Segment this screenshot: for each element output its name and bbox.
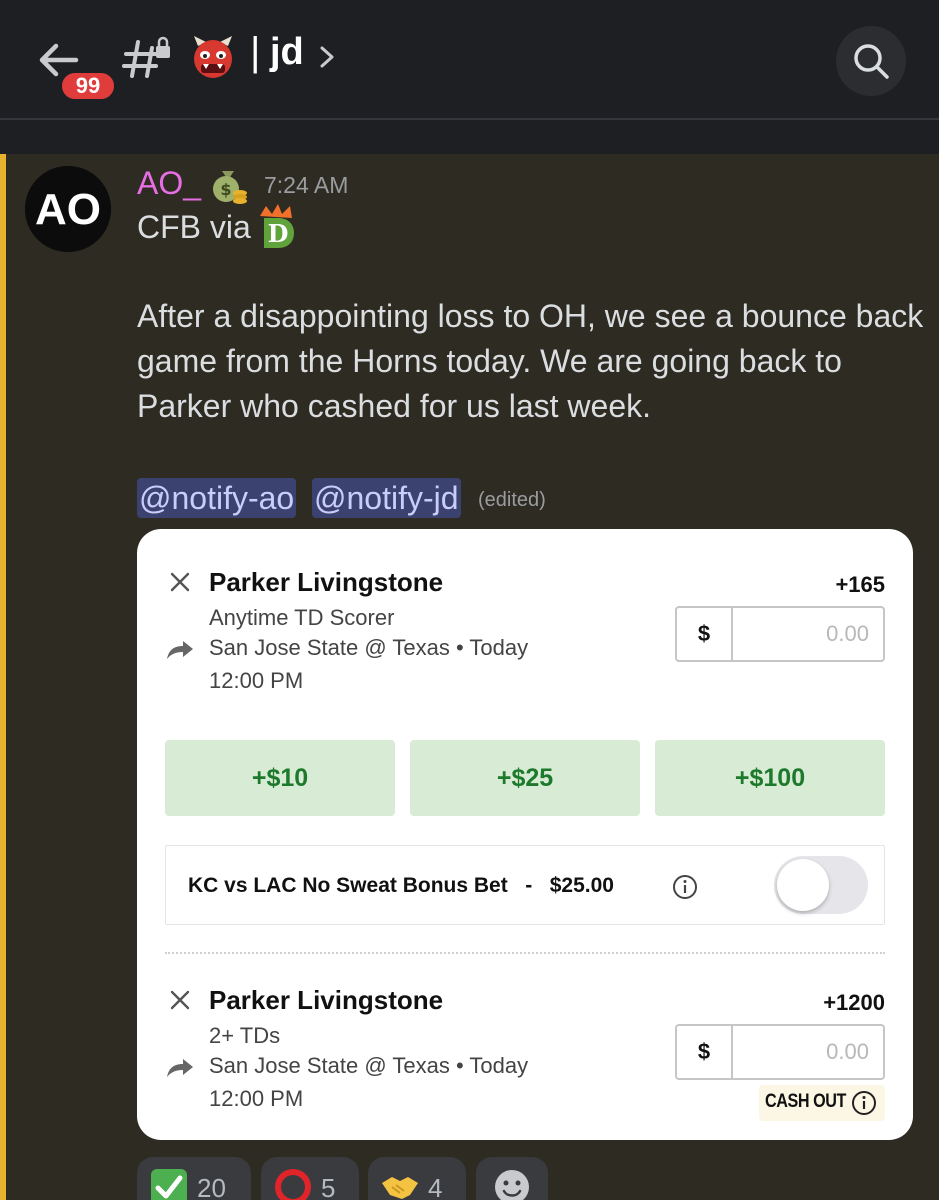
svg-text:D: D [268,219,289,248]
quick-add-10-button[interactable]: +$10 [165,740,395,816]
unread-badge: 99 [58,69,118,103]
reaction-count: 20 [197,1173,226,1200]
highlight-accent-bar [0,154,6,1200]
leg-odds: +1200 [823,990,885,1015]
money-bag-emoji-icon: $ [213,171,247,204]
leg-market: Anytime TD Scorer [209,605,395,630]
add-reaction-icon [495,1170,529,1200]
wager-input[interactable]: $ 0.00 [675,606,885,662]
currency-symbol: $ [677,1026,733,1078]
leg-player-name: Parker Livingstone [209,567,444,597]
mention-notify-ao[interactable]: @notify-ao [137,478,297,518]
reaction-handshake[interactable]: 4 [368,1157,466,1200]
handshake-emoji [382,1177,418,1199]
share-arrow-icon[interactable] [165,639,195,661]
info-icon[interactable] [672,874,698,900]
leg-time: 12:00 PM [209,668,304,693]
svg-text:AO: AO [35,185,101,234]
avatar[interactable]: AO [25,166,111,252]
wager-amount: 0.00 [826,1039,869,1064]
avatar-logo: AO [25,166,111,252]
promo-text: KC vs LAC No Sweat Bonus Bet - $25.00 [188,874,614,897]
leg-market: 2+ TDs [209,1023,281,1048]
svg-text:$: $ [220,180,231,199]
quick-add-100-button[interactable]: +$100 [655,740,885,816]
cash-out-button[interactable]: CASH OUT [759,1085,885,1121]
quick-add-25-button[interactable]: +$25 [410,740,640,816]
title-separator: | [250,30,261,74]
leg-player-name: Parker Livingstone [209,985,444,1015]
red-circle-emoji [275,1169,311,1200]
username[interactable]: AO_ [137,165,201,202]
edited-label: (edited) [478,489,546,511]
locked-channel-icon[interactable] [122,34,174,82]
top-bar-spacer [0,120,939,154]
leg-game: San Jose State @ Texas • Today [209,635,529,660]
info-icon[interactable] [851,1090,877,1116]
toggle-knob [777,859,829,911]
reaction-count: 5 [321,1173,336,1200]
chevron-right-icon[interactable] [318,42,336,72]
message-body: After a disappointing loss to OH, we see… [137,298,924,424]
currency-symbol: $ [677,608,733,660]
wager-input[interactable]: $ 0.00 [675,1024,885,1080]
leg-game: San Jose State @ Texas • Today [209,1053,529,1078]
message-line-1: CFB via [137,209,251,245]
search-icon [854,44,889,79]
add-reaction-button[interactable] [476,1157,548,1200]
promo-toggle[interactable] [774,856,868,914]
reaction-check-mark[interactable]: 20 [137,1157,251,1200]
remove-leg-icon[interactable] [169,989,191,1011]
ogre-emoji-icon [194,36,232,78]
wager-amount: 0.00 [826,621,869,646]
share-arrow-icon[interactable] [165,1057,195,1079]
leg-divider [165,952,885,954]
leg-time: 12:00 PM [209,1086,304,1111]
leg-odds: +165 [835,572,885,597]
message-timestamp: 7:24 AM [264,172,349,198]
bet-slip-card: Parker Livingstone +165 Anytime TD Score… [137,529,913,1140]
channel-name[interactable]: jd [270,31,304,74]
cash-out-label: CASH OUT [765,1091,846,1112]
reaction-red-circle[interactable]: 5 [261,1157,359,1200]
reaction-count: 4 [428,1173,443,1200]
mention-notify-jd[interactable]: @notify-jd [312,478,461,518]
draftkings-logo-icon: D [260,204,294,248]
remove-leg-icon[interactable] [169,571,191,593]
search-button[interactable] [836,26,906,96]
no-sweat-promo-row: KC vs LAC No Sweat Bonus Bet - $25.00 [165,845,885,925]
check-mark-emoji [151,1169,187,1200]
